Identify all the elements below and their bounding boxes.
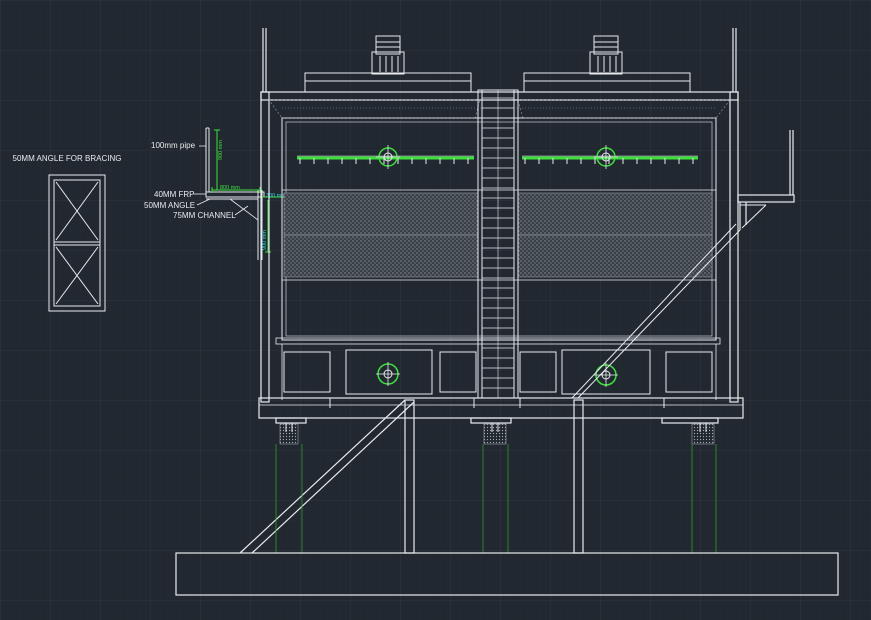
angle-note: 50MM ANGLE bbox=[144, 201, 195, 210]
cad-drawing: 50MM ANGLE FOR BRACING 900 mm 800 mm 300… bbox=[0, 0, 871, 620]
grid bbox=[0, 0, 871, 620]
dim-900-vertical-2: 900 mm bbox=[262, 230, 268, 250]
fill-media-upper-right bbox=[517, 192, 713, 236]
dim-800: 800 mm bbox=[220, 185, 240, 191]
frp-note: 40MM FRP bbox=[154, 190, 194, 199]
dim-900-vertical: 900 mm bbox=[218, 140, 224, 160]
pipe-note: 100mm pipe bbox=[151, 141, 196, 150]
bracing-title: 50MM ANGLE FOR BRACING bbox=[13, 154, 122, 163]
fill-media-lower-left bbox=[283, 234, 479, 278]
fill-media-upper-left bbox=[283, 192, 479, 236]
fill-media-lower-right bbox=[517, 234, 713, 278]
channel-note: 75MM CHANNEL bbox=[173, 211, 236, 220]
